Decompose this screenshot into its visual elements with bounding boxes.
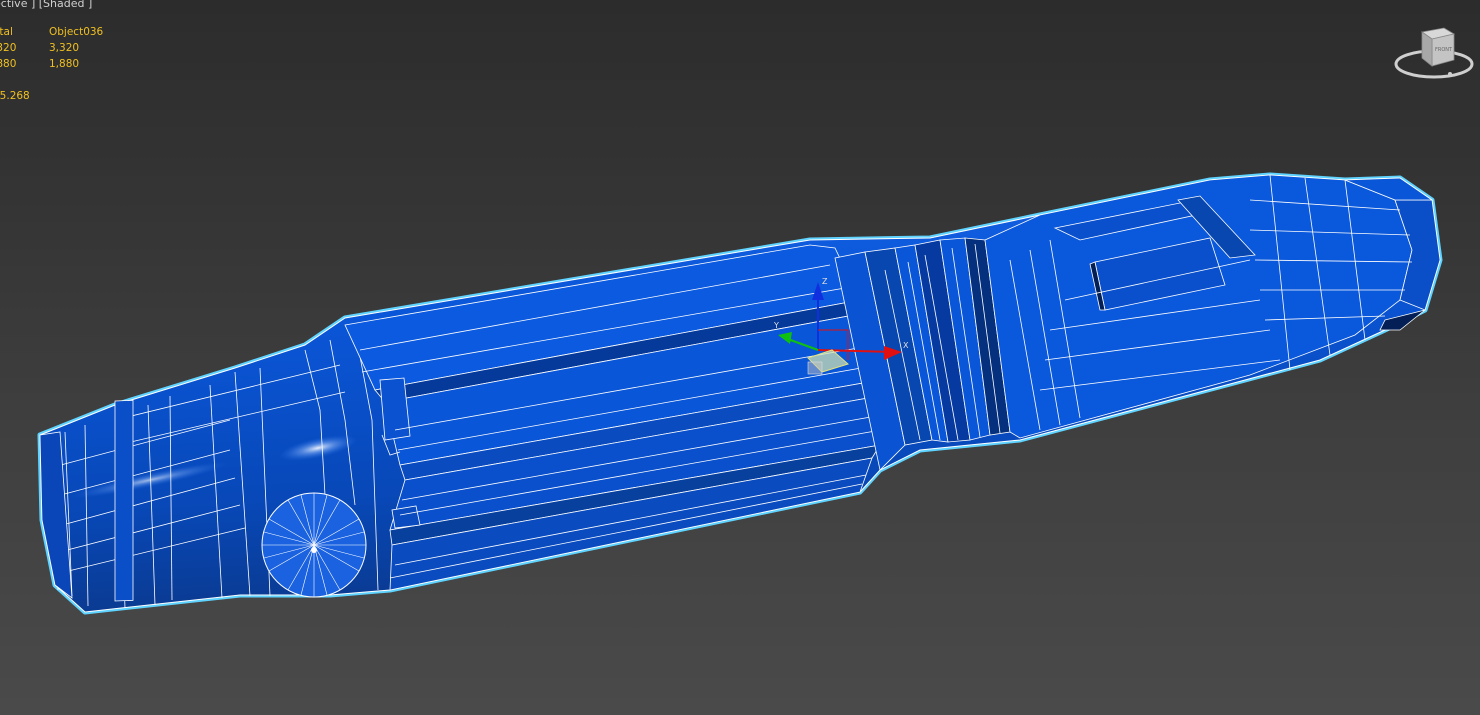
gizmo-x-label: X: [903, 341, 909, 350]
stats-object-verts: 1,880: [49, 58, 80, 70]
fluted-ribs: [344, 244, 886, 591]
viewcube-front-label: FRONT: [1435, 47, 1453, 53]
stats-object-header: Object036: [49, 26, 104, 38]
viewport-label-menu[interactable]: ective ] [Shaded ]: [0, 0, 92, 11]
stats-total-polys: ,320: [0, 42, 17, 54]
side-knob: [261, 492, 367, 598]
viewcube-compass-marker[interactable]: [1448, 72, 1452, 76]
gizmo-z-label: Z: [822, 277, 828, 286]
stats-total-verts: ,880: [0, 58, 17, 70]
gizmo-y-label: Y: [773, 321, 779, 330]
stats-object-polys: 3,320: [49, 42, 80, 54]
stats-total-header: otal: [0, 26, 13, 38]
viewcube[interactable]: FRONT: [1392, 24, 1476, 86]
perspective-viewport[interactable]: X Y Z ective ] [Shaded ] otal Object036 …: [0, 0, 1480, 715]
3d-model-object036[interactable]: X Y Z: [0, 0, 1480, 715]
stats-fps: 55.268: [0, 90, 30, 102]
nozzle-section: [984, 174, 1441, 439]
